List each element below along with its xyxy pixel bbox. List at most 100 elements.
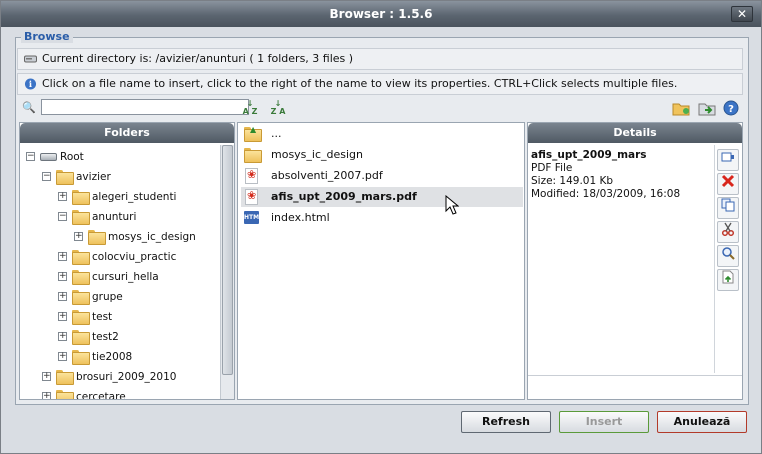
tree-item-label[interactable]: cursuri_hella <box>92 267 159 287</box>
tree-item[interactable]: + test <box>20 307 220 327</box>
file-row[interactable]: ▲... <box>241 124 523 144</box>
search-input[interactable] <box>41 99 249 115</box>
collapse-icon[interactable]: − <box>26 152 35 161</box>
tree-item[interactable]: + colocviu_practic <box>20 247 220 267</box>
folder-icon <box>244 148 262 163</box>
help-icon[interactable]: ? <box>721 99 741 117</box>
file-name[interactable]: mosys_ic_design <box>271 145 363 165</box>
tree-item-label[interactable]: Root <box>60 147 84 167</box>
info-icon: i <box>24 78 37 90</box>
cut-icon[interactable] <box>717 221 739 243</box>
insert-icon[interactable] <box>717 149 739 171</box>
file-row[interactable]: absolventi_2007.pdf <box>241 165 523 186</box>
expand-icon[interactable]: + <box>74 232 83 241</box>
cancel-button[interactable]: Anulează <box>657 411 747 433</box>
folder-icon <box>56 390 74 399</box>
folder-icon <box>88 230 106 245</box>
tree-item-label[interactable]: brosuri_2009_2010 <box>76 367 176 387</box>
folders-panel-title: Folders <box>20 123 234 143</box>
detail-file-type: PDF File <box>531 162 573 174</box>
expand-icon[interactable]: + <box>58 192 67 201</box>
folder-tree: − Root − avizier + alegeri_studenti − anunturi +… <box>20 145 220 399</box>
tree-item[interactable]: + cursuri_hella <box>20 267 220 287</box>
collapse-icon[interactable]: − <box>42 172 51 181</box>
refresh-button[interactable]: Refresh <box>461 411 551 433</box>
tree-item[interactable]: + test2 <box>20 327 220 347</box>
folder-icon <box>56 170 74 185</box>
folders-panel: Folders − Root − avizier + alegeri_studenti − a… <box>19 122 235 400</box>
folder-icon <box>72 250 90 265</box>
tree-item[interactable]: + grupe <box>20 287 220 307</box>
tree-item-label[interactable]: cercetare <box>76 387 126 399</box>
current-directory-text: Current directory is: /avizier/anunturi … <box>42 52 354 65</box>
tree-item-label[interactable]: tie2008 <box>92 347 132 367</box>
expand-icon[interactable]: + <box>58 272 67 281</box>
file-name[interactable]: absolventi_2007.pdf <box>271 166 383 186</box>
svg-text:i: i <box>29 79 32 89</box>
file-name[interactable]: index.html <box>271 208 330 228</box>
tree-item[interactable]: + cercetare <box>20 387 220 399</box>
tree-item-label[interactable]: anunturi <box>92 207 136 227</box>
expand-icon[interactable]: + <box>58 352 67 361</box>
tree-item-label[interactable]: grupe <box>92 287 123 307</box>
current-directory-bar: Current directory is: /avizier/anunturi … <box>17 48 743 70</box>
up-arrow-icon: ▲ <box>250 125 257 134</box>
file-name[interactable]: ... <box>271 124 282 144</box>
expand-icon[interactable]: + <box>58 292 67 301</box>
file-row[interactable]: mosys_ic_design <box>241 145 523 165</box>
folder-icon <box>56 370 74 385</box>
dialog-title: Browser : 1.5.6 <box>1 1 761 27</box>
tree-item-label[interactable]: test2 <box>92 327 119 347</box>
tree-item[interactable]: − anunturi <box>20 207 220 227</box>
delete-icon[interactable] <box>717 173 739 195</box>
close-button[interactable]: ✕ <box>731 6 753 22</box>
file-row[interactable]: afis_upt_2009_mars.pdf <box>241 186 523 207</box>
tree-item[interactable]: + mosys_ic_design <box>20 227 220 247</box>
file-list: ▲...mosys_ic_designabsolventi_2007.pdfaf… <box>238 123 524 399</box>
file-row[interactable]: HTML index.html <box>241 208 523 228</box>
expand-icon[interactable]: + <box>58 332 67 341</box>
tree-item-label[interactable]: colocviu_practic <box>92 247 176 267</box>
folder-icon <box>72 210 90 225</box>
sort-descending-icon[interactable]: ↓ Z A <box>269 100 287 116</box>
new-folder-icon[interactable] <box>671 99 691 117</box>
tree-item[interactable]: − Root <box>20 147 220 167</box>
tree-item[interactable]: + brosuri_2009_2010 <box>20 367 220 387</box>
folders-scroll-thumb[interactable] <box>222 145 233 375</box>
expand-icon[interactable]: + <box>58 312 67 321</box>
preview-icon[interactable] <box>717 245 739 267</box>
details-panel-title: Details <box>528 123 742 143</box>
tree-item[interactable]: − avizier <box>20 167 220 187</box>
tree-item-label[interactable]: avizier <box>76 167 111 187</box>
insert-button[interactable]: Insert <box>559 411 649 433</box>
html-icon: HTML <box>244 211 263 224</box>
sort-ascending-icon[interactable]: ↓ A Z <box>241 100 259 116</box>
folders-scrollbar[interactable] <box>220 145 234 399</box>
folder-icon <box>72 310 90 325</box>
expand-icon[interactable]: + <box>58 252 67 261</box>
collapse-icon[interactable]: − <box>58 212 67 221</box>
folder-icon <box>72 350 90 365</box>
detail-file-size: Size: 149.01 Kb <box>531 175 614 187</box>
tree-item-label[interactable]: test <box>92 307 112 327</box>
mouse-cursor-icon <box>445 195 459 215</box>
files-panel: ▲...mosys_ic_designabsolventi_2007.pdfaf… <box>237 122 525 400</box>
expand-icon[interactable]: + <box>42 392 51 399</box>
details-info: afis_upt_2009_mars PDF File Size: 149.01… <box>531 149 711 201</box>
pdf-icon <box>245 186 258 206</box>
detail-file-modified: Modified: 18/03/2009, 16:08 <box>531 188 681 200</box>
folder-icon <box>72 290 90 305</box>
tree-item-label[interactable]: alegeri_studenti <box>92 187 176 207</box>
detail-actions <box>714 145 742 373</box>
tree-item[interactable]: + alegeri_studenti <box>20 187 220 207</box>
tree-item[interactable]: + tie2008 <box>20 347 220 367</box>
expand-icon[interactable]: + <box>42 372 51 381</box>
binoculars-icon: 🔍 <box>22 101 36 114</box>
hint-text: Click on a file name to insert, click to… <box>42 77 678 90</box>
copy-icon[interactable] <box>717 197 739 219</box>
upload-icon[interactable] <box>697 99 717 117</box>
upload-file-icon[interactable] <box>717 269 739 291</box>
pdf-icon <box>245 165 258 185</box>
file-name[interactable]: afis_upt_2009_mars.pdf <box>271 187 417 207</box>
tree-item-label[interactable]: mosys_ic_design <box>108 227 196 247</box>
